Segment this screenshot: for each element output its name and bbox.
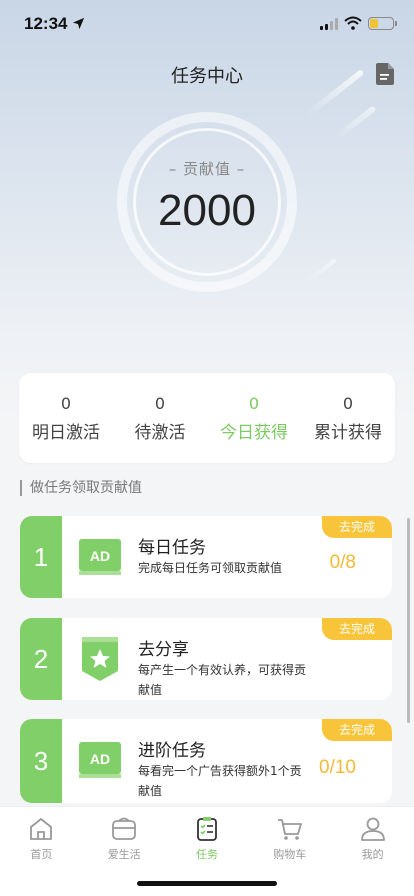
section-title: 做任务领取贡献值 <box>20 480 142 496</box>
scrollbar[interactable] <box>407 518 410 723</box>
stat-label: 今日获得 <box>220 423 288 443</box>
task-description: 每看完一个广告获得额外1个贡献值 <box>138 764 302 798</box>
location-arrow-icon <box>72 17 85 30</box>
profile-icon <box>360 817 385 841</box>
tab-label: 首页 <box>30 848 53 861</box>
tab-label: 购物车 <box>273 848 307 861</box>
decor-streak <box>303 258 337 286</box>
stat-tomorrow-activation[interactable]: 0 明日激活 <box>19 373 113 463</box>
share-star-icon <box>82 637 118 681</box>
task-description: 完成每日任务可领取贡献值 <box>138 561 283 575</box>
task-title: 每日任务 <box>138 538 206 558</box>
decor-streak <box>333 105 377 141</box>
complete-button[interactable]: 去完成 <box>322 516 392 538</box>
status-bar: 12:34 <box>0 0 414 50</box>
document-icon[interactable] <box>374 62 396 86</box>
task-list-icon <box>197 817 217 841</box>
stat-value: 0 <box>248 394 260 413</box>
task-card-share[interactable]: 2 去完成 去分享 每产生一个有效认养，可获得贡献值 <box>20 618 392 700</box>
home-icon <box>30 818 53 840</box>
task-card-advanced[interactable]: 3 去完成 AD 进阶任务 每看完一个广告获得额外1个贡献值 0/10 <box>20 719 392 803</box>
stat-pending-activation[interactable]: 0 待激活 <box>113 373 207 463</box>
ad-icon-text: AD <box>90 751 110 767</box>
task-title: 去分享 <box>138 640 189 660</box>
ad-icon: AD <box>79 539 121 575</box>
ad-icon-text: AD <box>90 548 110 564</box>
ad-icon: AD <box>79 742 121 778</box>
stat-total-earned[interactable]: 0 累计获得 <box>301 373 395 463</box>
status-time: 12:34 <box>24 14 68 33</box>
signal-icon <box>320 18 338 30</box>
page-title: 任务中心 <box>171 66 243 87</box>
tab-home[interactable]: 首页 <box>0 807 83 896</box>
home-indicator[interactable] <box>137 881 277 886</box>
stat-today-earned[interactable]: 0 今日获得 <box>207 373 301 463</box>
task-progress: 0/10 <box>319 757 356 778</box>
task-number: 1 <box>20 516 62 598</box>
stats-card: 0 明日激活 0 待激活 0 今日获得 0 累计获得 <box>19 373 395 463</box>
stat-value: 0 <box>60 394 72 413</box>
tab-label: 我的 <box>361 848 384 861</box>
stat-value: 0 <box>154 394 166 413</box>
wifi-icon <box>344 16 362 30</box>
complete-button[interactable]: 去完成 <box>322 618 392 640</box>
complete-button[interactable]: 去完成 <box>322 719 392 741</box>
stat-label: 累计获得 <box>314 423 382 443</box>
contribution-label: – 贡献值 – <box>168 160 246 178</box>
stat-label: 待激活 <box>134 423 186 443</box>
tab-label: 爱生活 <box>107 848 141 861</box>
cart-icon <box>277 819 302 840</box>
task-card-daily[interactable]: 1 去完成 AD 每日任务 完成每日任务可领取贡献值 0/8 <box>20 516 392 598</box>
contribution-value: 2000 <box>158 186 256 235</box>
task-title: 进阶任务 <box>138 741 206 761</box>
stat-label: 明日激活 <box>32 423 100 443</box>
task-number: 3 <box>20 719 62 803</box>
task-description: 每产生一个有效认养，可获得贡献值 <box>138 663 307 697</box>
life-bag-icon <box>112 817 137 840</box>
tab-label: 任务 <box>195 848 218 861</box>
task-number: 2 <box>20 618 62 700</box>
stat-value: 0 <box>342 394 354 413</box>
battery-icon <box>368 17 397 30</box>
tab-profile[interactable]: 我的 <box>331 807 414 896</box>
task-progress: 0/8 <box>329 552 356 573</box>
